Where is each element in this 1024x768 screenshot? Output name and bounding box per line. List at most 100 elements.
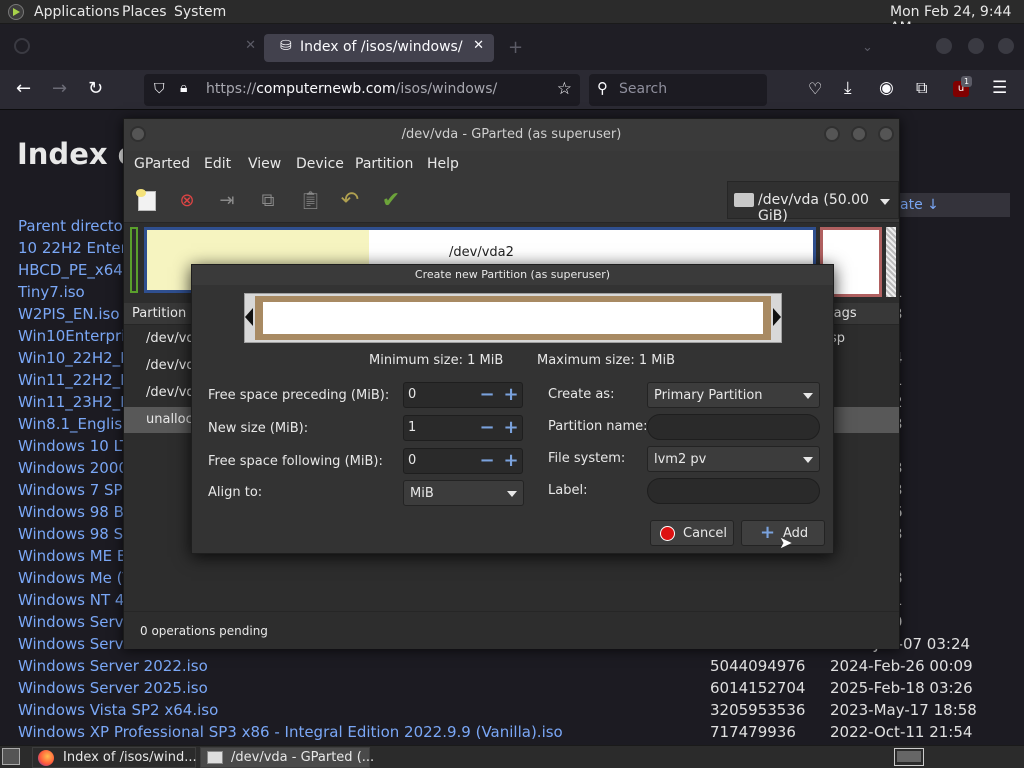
menu-view[interactable]: View: [248, 156, 281, 172]
tab-active[interactable]: ⛁ Index of /isos/windows/ ✕: [264, 34, 494, 62]
maximize-window-icon[interactable]: [851, 126, 867, 142]
file-link[interactable]: Windows Me (T: [18, 569, 132, 587]
column-partition[interactable]: Partition: [132, 306, 186, 321]
file-link[interactable]: Windows Vista SP2 x64.iso: [18, 701, 218, 719]
account-icon[interactable]: ◉: [879, 78, 894, 98]
file-link[interactable]: Parent director: [18, 217, 129, 235]
plus-icon[interactable]: +: [500, 451, 522, 471]
system-menu[interactable]: System: [174, 4, 226, 20]
file-link[interactable]: Windows 2000: [18, 459, 128, 477]
date-column-header[interactable]: ate ↓: [900, 197, 939, 213]
close-window-icon[interactable]: [878, 126, 894, 142]
pocket-icon[interactable]: ♡: [808, 79, 822, 98]
file-link[interactable]: HBCD_PE_x64: [18, 261, 123, 279]
file-link[interactable]: Windows 98 Se: [18, 525, 132, 543]
minus-icon[interactable]: −: [476, 451, 498, 471]
back-icon[interactable]: ←: [16, 78, 31, 99]
file-link[interactable]: Tiny7.iso: [18, 283, 85, 301]
plus-icon[interactable]: +: [500, 385, 522, 405]
new-tab-icon[interactable]: +: [508, 37, 523, 58]
workspace-switcher-icon[interactable]: [894, 748, 924, 766]
label-field[interactable]: [647, 478, 820, 504]
file-link[interactable]: Windows NT 4: [18, 591, 124, 609]
minimize-window-icon[interactable]: [936, 38, 952, 54]
delete-partition-icon[interactable]: ⊗: [176, 190, 198, 212]
new-partition-icon[interactable]: [136, 189, 158, 212]
lock-icon[interactable]: 🔒︎: [180, 80, 187, 96]
list-tabs-icon[interactable]: ⌄: [862, 40, 873, 55]
maximize-window-icon[interactable]: [968, 38, 984, 54]
minus-icon[interactable]: −: [476, 418, 498, 438]
dialog-title[interactable]: Create new Partition (as superuser): [192, 265, 833, 285]
file-link[interactable]: Windows Server 2022.iso: [18, 657, 208, 675]
bookmark-star-icon[interactable]: ☆: [557, 79, 572, 99]
file-link[interactable]: Win10Enterpri: [18, 327, 125, 345]
menu-gparted[interactable]: GParted: [134, 156, 190, 172]
file-link[interactable]: Windows 98 Bo: [18, 503, 133, 521]
task-gparted[interactable]: /dev/vda - GParted (...: [200, 747, 374, 768]
places-menu[interactable]: Places: [122, 4, 167, 20]
tab-close-icon[interactable]: ✕: [245, 38, 256, 53]
partition-resizer[interactable]: [244, 293, 782, 343]
gparted-titlebar[interactable]: /dev/vda - GParted (as superuser): [124, 119, 899, 151]
undo-icon[interactable]: ↶: [339, 190, 361, 212]
free-preceding-spinner[interactable]: 0 − +: [403, 382, 523, 408]
file-link[interactable]: Windows XP Professional SP3 x86 - Integr…: [18, 723, 563, 741]
file-link[interactable]: Win11_22H2_E: [18, 371, 130, 389]
reload-icon[interactable]: ↻: [88, 78, 103, 99]
menu-edit[interactable]: Edit: [204, 156, 231, 172]
minus-icon[interactable]: −: [476, 385, 498, 405]
create-as-combo[interactable]: Primary Partition: [647, 382, 820, 408]
apply-icon[interactable]: ✔: [380, 190, 402, 212]
file-link[interactable]: Windows 10 LT: [18, 437, 129, 455]
extensions-icon[interactable]: ⧉: [916, 78, 927, 98]
close-window-icon[interactable]: [998, 38, 1014, 54]
distro-logo-icon[interactable]: [8, 4, 24, 20]
tracking-protection-icon[interactable]: ⛉: [154, 81, 165, 97]
partition-row[interactable]: /dev/vd: [146, 358, 195, 373]
file-system-combo[interactable]: lvm2 pv: [647, 446, 820, 472]
copy-icon[interactable]: ⧉: [257, 190, 279, 212]
forward-icon[interactable]: →: [52, 78, 67, 99]
plus-icon[interactable]: +: [500, 418, 522, 438]
downloads-icon[interactable]: ⤓: [844, 78, 852, 98]
file-link[interactable]: Windows 7 SP1: [18, 481, 132, 499]
resize-left-handle-icon[interactable]: [245, 308, 253, 326]
partition-row-label: unalloc: [146, 412, 193, 427]
file-link[interactable]: Windows ME B: [18, 547, 127, 565]
file-link[interactable]: Win10_22H2_E: [18, 349, 130, 367]
file-link[interactable]: W2PIS_EN.iso: [18, 305, 120, 323]
resize-move-icon[interactable]: ⇥: [216, 190, 238, 212]
file-link[interactable]: Windows Server 2025.iso: [18, 679, 208, 697]
graph-segment-efi[interactable]: [130, 227, 138, 293]
file-link[interactable]: Windows Serve: [18, 613, 133, 631]
partition-row[interactable]: /dev/vd: [146, 385, 195, 400]
new-size-spinner[interactable]: 1 − +: [403, 415, 523, 441]
file-link[interactable]: 10 22H2 Enterp: [18, 239, 136, 257]
window-menu-icon[interactable]: [130, 126, 146, 142]
resize-right-handle-icon[interactable]: [773, 308, 781, 326]
graph-partition-label: /dev/vda2: [449, 245, 514, 260]
tab-close-icon[interactable]: ✕: [473, 38, 484, 53]
minimize-window-icon[interactable]: [824, 126, 840, 142]
partition-name-field[interactable]: [647, 414, 820, 440]
menu-partition[interactable]: Partition: [355, 156, 413, 172]
cancel-button[interactable]: Cancel: [650, 520, 734, 546]
menu-device[interactable]: Device: [296, 156, 344, 172]
search-bar[interactable]: ⚲ Search: [589, 74, 767, 106]
show-desktop-icon[interactable]: [2, 748, 20, 765]
paste-icon[interactable]: 📋︎: [299, 190, 322, 212]
applications-menu[interactable]: Applications: [34, 4, 120, 20]
file-link[interactable]: Win11_23H2_E: [18, 393, 130, 411]
align-combo[interactable]: MiB: [403, 480, 524, 506]
task-firefox[interactable]: Index of /isos/wind...: [32, 747, 197, 768]
device-selector[interactable]: /dev/vda (50.00 GiB): [727, 181, 899, 224]
graph-segment-unallocated[interactable]: [886, 227, 896, 297]
free-following-spinner[interactable]: 0 − +: [403, 448, 523, 474]
url-bar[interactable]: ⛉ 🔒︎ https://computernewb.com/isos/windo…: [144, 74, 580, 106]
partition-row[interactable]: /dev/vd: [146, 331, 195, 346]
menu-help[interactable]: Help: [427, 156, 459, 172]
file-link[interactable]: Win8.1_English: [18, 415, 132, 433]
app-menu-icon[interactable]: ☰: [992, 78, 1007, 98]
tab-inactive[interactable]: ✕: [14, 34, 256, 62]
